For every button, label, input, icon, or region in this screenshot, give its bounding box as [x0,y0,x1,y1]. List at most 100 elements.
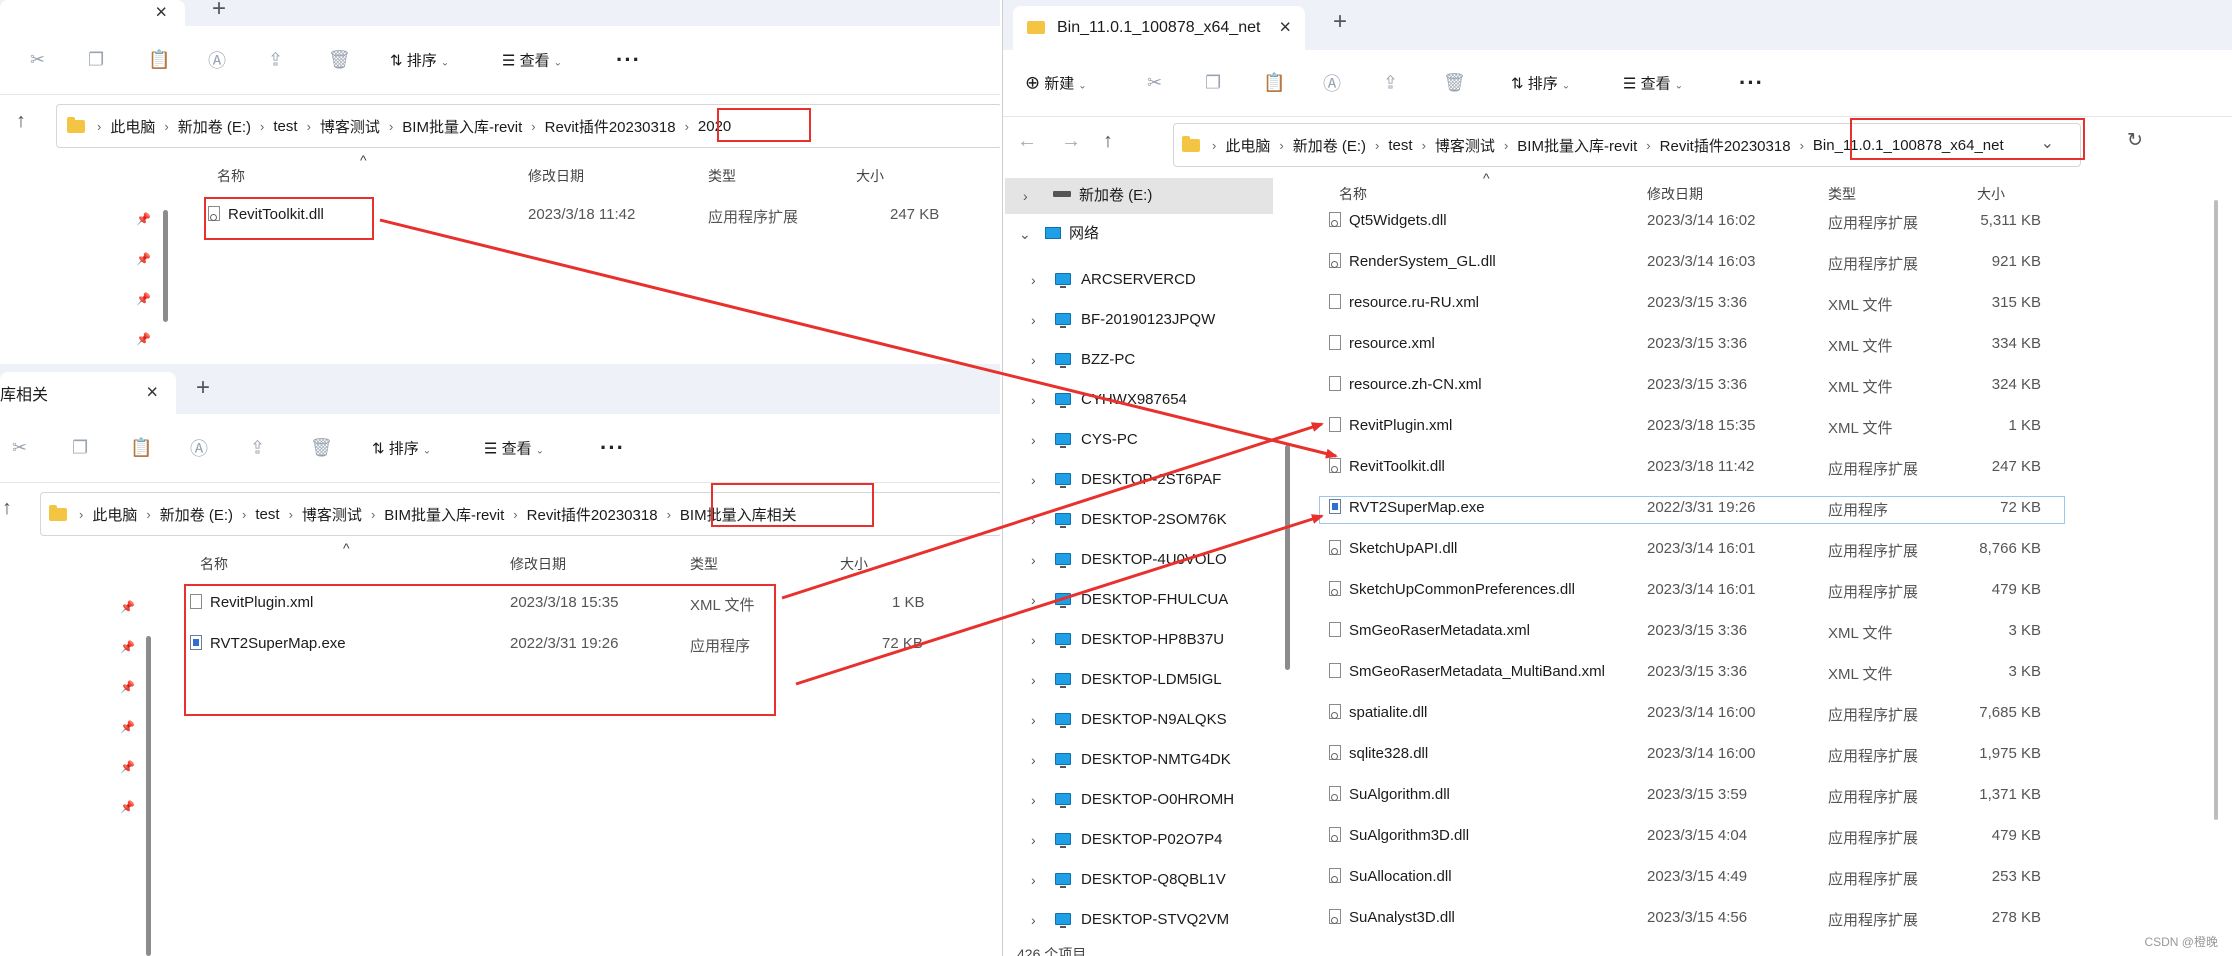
column-header-name[interactable]: 名称 [217,166,245,186]
tab-active[interactable]: 库相关 × [0,372,176,414]
breadcrumb-item[interactable]: 新加卷 (E:) [175,116,254,137]
share-icon[interactable]: ⇪ [268,50,283,71]
column-header-type[interactable]: 类型 [690,554,718,574]
column-header-size[interactable]: 大小 [840,554,868,574]
tab-active[interactable]: Bin_11.0.1_100878_x64_net × [1013,6,1305,50]
file-row[interactable]: SmGeoRaserMetadata.xml 2023/3/15 3:36 XML … [1329,622,2069,646]
file-row[interactable]: RevitPlugin.xml 2023/3/18 15:35 XML 文件 1 KB [1329,417,2069,441]
paste-icon[interactable]: 📋 [130,438,152,459]
nav-pane-scrollbar[interactable] [163,210,168,322]
breadcrumb-item[interactable]: 博客测试 [299,504,365,525]
copy-icon[interactable]: ❐ [88,50,104,71]
copy-icon[interactable]: ❐ [1205,73,1221,94]
up-arrow-icon[interactable]: ↑ [1103,130,1113,153]
file-row[interactable]: spatialite.dll 2023/3/14 16:00 应用程序扩展 7,685… [1329,704,2069,728]
file-row[interactable]: sqlite328.dll 2023/3/14 16:00 应用程序扩展 1,975 … [1329,745,2069,769]
new-tab-icon[interactable]: + [212,0,226,23]
column-header-name[interactable]: 名称 [1339,184,1367,204]
pin-icon[interactable]: 📌 [136,332,151,346]
back-arrow-icon[interactable]: ← [1017,130,1037,153]
new-tab-icon[interactable]: + [196,374,210,402]
breadcrumb-item[interactable]: 新加卷 (E:) [1290,135,1369,156]
cut-icon[interactable]: ✂ [12,438,27,459]
breadcrumb-item[interactable]: BIM批量入库-revit [1514,135,1640,156]
file-row[interactable]: RenderSystem_GL.dll 2023/3/14 16:03 应用程序扩展… [1329,253,2069,277]
column-header-type[interactable]: 类型 [1828,184,1856,204]
file-list-scrollbar[interactable] [2214,200,2218,820]
breadcrumb-item[interactable]: test [1385,137,1415,154]
paste-icon[interactable]: 📋 [148,50,170,71]
forward-arrow-icon[interactable]: → [1061,130,1081,153]
pin-icon[interactable]: 📌 [120,640,135,654]
file-row[interactable]: SuAlgorithm3D.dll 2023/3/15 4:04 应用程序扩展 479… [1329,827,2069,851]
sort-button[interactable]: ⇅ 排序 ⌄ [372,438,431,459]
cut-icon[interactable]: ✂ [30,50,45,71]
file-row[interactable]: RevitToolkit.dll 2023/3/18 11:42 应用程序扩展 247… [1329,458,2069,482]
column-header-size[interactable]: 大小 [856,166,884,186]
tab-close-icon[interactable]: × [155,2,167,25]
breadcrumb-item[interactable]: test [270,118,300,135]
pin-icon[interactable]: 📌 [120,760,135,774]
pin-icon[interactable]: 📌 [120,600,135,614]
copy-icon[interactable]: ❐ [72,438,88,459]
share-icon[interactable]: ⇪ [1383,73,1398,94]
column-header-name[interactable]: 名称 [200,554,228,574]
up-arrow-icon[interactable]: ↑ [16,110,26,133]
pin-icon[interactable]: 📌 [120,720,135,734]
file-row[interactable]: SuAlgorithm.dll 2023/3/15 3:59 应用程序扩展 1,371… [1329,786,2069,810]
view-button[interactable]: ☰ 查看 ⌄ [484,438,544,459]
breadcrumb-item[interactable]: 此电脑 [89,504,140,525]
file-row[interactable]: SketchUpAPI.dll 2023/3/14 16:01 应用程序扩展 8,76… [1329,540,2069,564]
column-header-date[interactable]: 修改日期 [510,554,566,574]
nav-pane-scrollbar[interactable] [1285,445,1290,670]
cut-icon[interactable]: ✂ [1147,73,1162,94]
breadcrumb-item[interactable]: BIM批量入库-revit [381,504,507,525]
column-header-date[interactable]: 修改日期 [1647,184,1703,204]
more-options-icon[interactable]: ··· [616,47,641,73]
nav-pane-scrollbar[interactable] [146,636,151,956]
view-button[interactable]: ☰ 查看 ⌄ [1623,73,1683,94]
rename-icon[interactable]: Ⓐ [1323,70,1341,96]
up-arrow-icon[interactable]: ↑ [2,497,12,520]
breadcrumb-item[interactable]: 博客测试 [1432,135,1498,156]
delete-icon[interactable]: 🗑 [1443,73,1466,94]
more-options-icon[interactable]: ··· [1739,70,1764,96]
delete-icon[interactable]: 🗑 [328,50,351,71]
rename-icon[interactable]: Ⓐ [190,435,208,461]
tab-active[interactable]: × [0,0,185,26]
breadcrumb-item[interactable]: 博客测试 [317,116,383,137]
file-row[interactable]: SuAllocation.dll 2023/3/15 4:49 应用程序扩展 253 … [1329,868,2069,892]
file-row[interactable]: SmGeoRaserMetadata_MultiBand.xml 2023/3/1… [1329,663,2069,687]
file-row[interactable]: resource.xml 2023/3/15 3:36 XML 文件 334 KB [1329,335,2069,359]
pin-icon[interactable]: 📌 [136,212,151,226]
breadcrumb-item[interactable]: Revit插件20230318 [524,504,661,525]
file-row[interactable]: resource.ru-RU.xml 2023/3/15 3:36 XML 文件 31… [1329,294,2069,318]
tab-close-icon[interactable]: × [146,382,158,405]
address-bar[interactable]: › 此电脑 › 新加卷 (E:) › test › 博客测试 › BIM批量入库-revi… [56,104,1000,148]
new-button[interactable]: ⊕ 新建 ⌄ [1025,73,1087,94]
pin-icon[interactable]: 📌 [136,292,151,306]
file-row[interactable]: SketchUpCommonPreferences.dll 2023/3/14 1… [1329,581,2069,605]
pin-icon[interactable]: 📌 [120,800,135,814]
sort-button[interactable]: ⇅ 排序 ⌄ [1511,73,1570,94]
breadcrumb-item[interactable]: test [252,506,282,523]
delete-icon[interactable]: 🗑 [310,438,333,459]
paste-icon[interactable]: 📋 [1263,73,1285,94]
breadcrumb-item[interactable]: 此电脑 [107,116,158,137]
column-header-date[interactable]: 修改日期 [528,166,584,186]
rename-icon[interactable]: Ⓐ [208,47,226,73]
file-row[interactable]: SuAnalyst3D.dll 2023/3/15 4:56 应用程序扩展 278 K… [1329,909,2069,933]
share-icon[interactable]: ⇪ [250,438,265,459]
pin-icon[interactable]: 📌 [136,252,151,266]
breadcrumb-item[interactable]: 新加卷 (E:) [157,504,236,525]
sort-button[interactable]: ⇅ 排序 ⌄ [390,50,449,71]
more-options-icon[interactable]: ··· [600,435,625,461]
breadcrumb-item[interactable]: Revit插件20230318 [542,116,679,137]
column-header-type[interactable]: 类型 [708,166,736,186]
view-button[interactable]: ☰ 查看 ⌄ [502,50,562,71]
tab-close-icon[interactable]: × [1279,17,1291,40]
pin-icon[interactable]: 📌 [120,680,135,694]
refresh-icon[interactable]: ↻ [2127,129,2143,152]
file-row[interactable]: resource.zh-CN.xml 2023/3/15 3:36 XML 文件 32… [1329,376,2069,400]
breadcrumb-item[interactable]: BIM批量入库-revit [399,116,525,137]
